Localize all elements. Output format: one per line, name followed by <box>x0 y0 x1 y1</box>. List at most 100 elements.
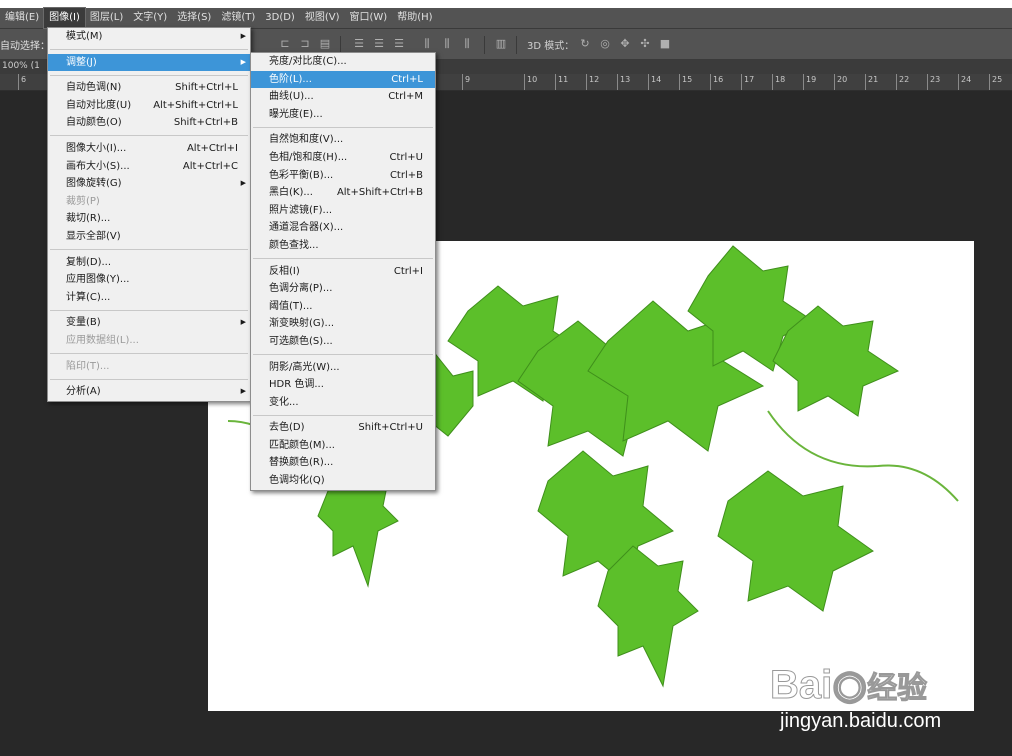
menu-item[interactable]: 画布大小(S)... Alt+Ctrl+C <box>48 158 250 176</box>
menu-edit[interactable]: 编辑(E) <box>0 8 44 28</box>
menu-item[interactable]: 通道混合器(X)... <box>251 219 435 237</box>
menu-item-label: 匹配颜色(M)... <box>269 439 335 451</box>
menu-item-shortcut: Shift+Ctrl+L <box>175 82 238 94</box>
menu-item[interactable]: 裁切(R)... <box>48 210 250 228</box>
ruler-tick: 16 <box>710 74 723 90</box>
menu-separator <box>253 414 433 416</box>
drag-3d-icon[interactable]: ✥ <box>618 37 632 51</box>
ruler-tick: 12 <box>586 74 599 90</box>
menu-item[interactable]: 图像旋转(G) ▶ <box>48 175 250 193</box>
menu-view[interactable]: 视图(V) <box>300 8 345 28</box>
distribute-left-icon[interactable]: ⫼ <box>420 37 434 51</box>
menu-item[interactable]: 色阶(L)... Ctrl+L <box>251 70 435 89</box>
menu-item[interactable]: 曲线(U)... Ctrl+M <box>251 88 435 106</box>
submenu-arrow-icon: ▶ <box>240 179 246 188</box>
menu-filter[interactable]: 滤镜(T) <box>216 8 260 28</box>
menu-item-shortcut: Ctrl+I <box>393 265 423 277</box>
menu-item[interactable]: 色彩平衡(B)... Ctrl+B <box>251 167 435 185</box>
menu-item: 应用数据组(L)... <box>48 332 250 350</box>
scale-3d-icon[interactable]: ■ <box>658 37 672 51</box>
ruler-tick: 22 <box>896 74 909 90</box>
menu-item[interactable]: 照片滤镜(F)... <box>251 202 435 220</box>
submenu-arrow-icon: ▶ <box>240 32 246 40</box>
menu-item[interactable]: 自然饱和度(V)... <box>251 131 435 149</box>
menu-help[interactable]: 帮助(H) <box>392 8 437 28</box>
distribute-top-icon[interactable]: ☰ <box>352 37 366 51</box>
ruler-tick: 24 <box>958 74 971 90</box>
menu-item-label: 曲线(U)... <box>269 91 314 103</box>
window-top-strip <box>0 0 1012 8</box>
document-tab[interactable]: 100% (1 <box>2 61 40 71</box>
menu-item[interactable]: 自动色调(N) Shift+Ctrl+L <box>48 79 250 97</box>
align-center-icon[interactable]: ⊐ <box>298 37 312 51</box>
ruler-tick: 9 <box>462 74 470 90</box>
menu-item[interactable]: 色调均化(Q) <box>251 472 435 490</box>
ruler-tick: 25 <box>989 74 1002 90</box>
menu-item-label: 照片滤镜(F)... <box>269 204 333 216</box>
menu-item-label: 曝光度(E)... <box>269 108 323 120</box>
menu-item[interactable]: 颜色查找... <box>251 237 435 255</box>
menu-item[interactable]: 色调分离(P)... <box>251 280 435 298</box>
menu-item[interactable]: 黑白(K)... Alt+Shift+Ctrl+B <box>251 184 435 202</box>
menu-item[interactable]: 变量(B) ▶ <box>48 314 250 332</box>
menu-item[interactable]: 图像大小(I)... Alt+Ctrl+I <box>48 140 250 158</box>
menu-item[interactable]: 亮度/对比度(C)... <box>251 53 435 71</box>
menu-item[interactable]: 匹配颜色(M)... <box>251 437 435 455</box>
menu-item-label: 裁剪(P) <box>66 195 100 207</box>
menu-image[interactable]: 图像(I) <box>43 7 86 29</box>
menu-item[interactable]: 复制(D)... <box>48 254 250 272</box>
menu-bar: 编辑(E) 图像(I) 图层(L) 文字(Y) 选择(S) 滤镜(T) 3D(D… <box>0 7 1012 29</box>
baidu-watermark: Bai◉经验 jingyan.baidu.com <box>769 640 990 740</box>
menu-item-label: 渐变映射(G)... <box>269 318 335 330</box>
distribute-middle-icon[interactable]: ☰ <box>372 37 386 51</box>
auto-select-label: 自动选择： <box>0 41 50 52</box>
menu-item-label: 色阶(L)... <box>269 73 312 85</box>
menu-item[interactable]: 显示全部(V) <box>48 228 250 246</box>
menu-layer[interactable]: 图层(L) <box>85 8 128 28</box>
menu-item-label: 黑白(K)... <box>269 187 313 199</box>
menu-item-label: 画布大小(S)... <box>66 160 130 172</box>
menu-item-label: 可选颜色(S)... <box>269 335 333 347</box>
menu-item[interactable]: 变化... <box>251 394 435 412</box>
menu-item-label: 图像大小(I)... <box>66 142 127 154</box>
slide-3d-icon[interactable]: ✣ <box>638 37 652 51</box>
distribute-bottom-icon[interactable]: ☰ <box>392 37 406 51</box>
menu-item[interactable]: 可选颜色(S)... <box>251 333 435 351</box>
menu-item[interactable]: 色相/饱和度(H)... Ctrl+U <box>251 149 435 167</box>
auto-align-icon[interactable]: ▥ <box>494 37 508 51</box>
menu-item[interactable]: 应用图像(Y)... <box>48 271 250 289</box>
distribute-hcenter-icon[interactable]: ⫼ <box>440 37 454 51</box>
ruler-tick: 6 <box>18 74 26 90</box>
menu-item[interactable]: 分析(A) ▶ <box>48 383 250 401</box>
menu-type[interactable]: 文字(Y) <box>128 8 172 28</box>
menu-separator <box>50 309 248 311</box>
menu-item[interactable]: 阈值(T)... <box>251 298 435 316</box>
menu-item[interactable]: 自动对比度(U) Alt+Shift+Ctrl+L <box>48 97 250 115</box>
menu-item[interactable]: 阴影/高光(W)... <box>251 359 435 377</box>
menu-item[interactable]: HDR 色调... <box>251 376 435 394</box>
menu-item[interactable]: 模式(M) ▶ <box>48 28 250 46</box>
menu-item-shortcut: Alt+Shift+Ctrl+B <box>336 187 423 199</box>
roll-3d-icon[interactable]: ◎ <box>598 37 612 51</box>
ruler-tick: 20 <box>834 74 847 90</box>
menu-separator <box>253 126 433 128</box>
align-left-icon[interactable]: ⊏ <box>278 37 292 51</box>
menu-item-label: 复制(D)... <box>66 256 112 268</box>
menu-item[interactable]: 反相(I) Ctrl+I <box>251 263 435 281</box>
rotate-3d-icon[interactable]: ↻ <box>578 37 592 51</box>
menu-item[interactable]: 渐变映射(G)... <box>251 315 435 333</box>
menu-item-label: 替换颜色(R)... <box>269 457 334 469</box>
menu-item[interactable]: 自动颜色(O) Shift+Ctrl+B <box>48 114 250 132</box>
menu-item[interactable]: 替换颜色(R)... <box>251 454 435 472</box>
menu-select[interactable]: 选择(S) <box>172 8 216 28</box>
menu-item[interactable]: 调整(J) ▶ <box>48 53 250 72</box>
align-right-icon[interactable]: ▤ <box>318 37 332 51</box>
menu-3d[interactable]: 3D(D) <box>260 8 300 28</box>
distribute-right-icon[interactable]: ⫼ <box>460 37 474 51</box>
menu-item[interactable]: 去色(D) Shift+Ctrl+U <box>251 419 435 437</box>
mode-3d-label: 3D 模式： <box>527 41 575 52</box>
menu-item[interactable]: 计算(C)... <box>48 289 250 307</box>
menu-item-shortcut: Ctrl+M <box>388 91 423 103</box>
menu-item[interactable]: 曝光度(E)... <box>251 106 435 124</box>
menu-window[interactable]: 窗口(W) <box>345 8 393 28</box>
